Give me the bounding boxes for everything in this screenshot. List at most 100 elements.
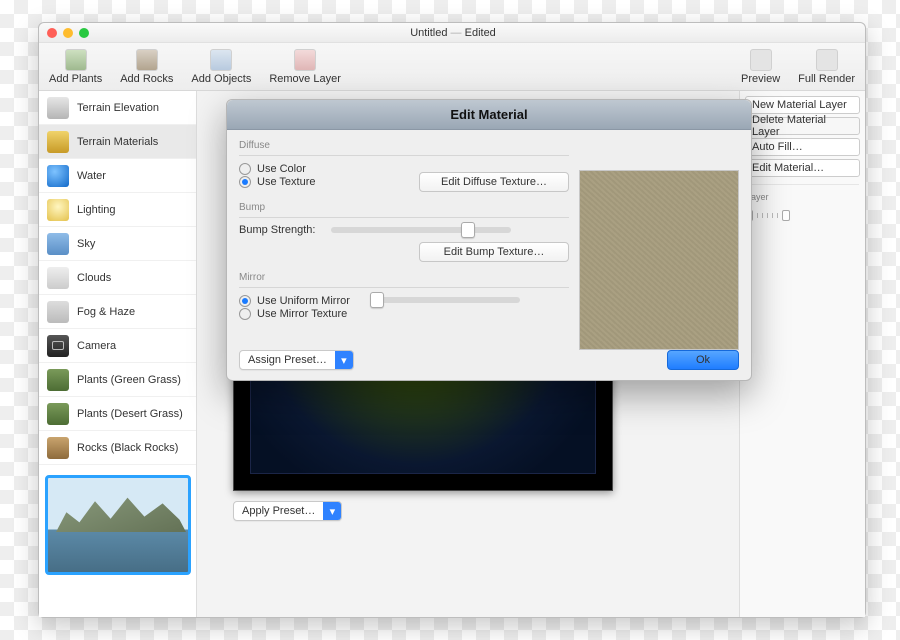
- assign-preset-label: Assign Preset…: [248, 354, 327, 366]
- mirror-uniform-label: Use Uniform Mirror: [257, 295, 350, 307]
- preview-label: Preview: [741, 73, 780, 85]
- layer-range-slider[interactable]: [745, 209, 860, 221]
- sidebar-icon: [47, 369, 69, 391]
- minimize-icon[interactable]: [63, 28, 73, 38]
- sidebar-item-label: Rocks (Black Rocks): [77, 442, 178, 454]
- sidebar-item-clouds[interactable]: Clouds: [39, 261, 196, 295]
- sidebar-icon: [47, 165, 69, 187]
- slider-knob-icon[interactable]: [370, 292, 384, 308]
- right-panel: New Material Layer Delete Material Layer…: [739, 91, 865, 617]
- slider-knob-icon[interactable]: [782, 210, 790, 221]
- delete-layer-label: Delete Material Layer: [752, 114, 853, 138]
- remove-layer-label: Remove Layer: [269, 73, 341, 85]
- traffic-lights: [47, 28, 89, 38]
- sidebar-item-terrain-elevation[interactable]: Terrain Elevation: [39, 91, 196, 125]
- plant-icon: [65, 49, 87, 71]
- toolbar: Add Plants Add Rocks Add Objects Remove …: [39, 43, 865, 91]
- add-plants-label: Add Plants: [49, 73, 102, 85]
- auto-fill-select[interactable]: Auto Fill…: [745, 138, 860, 156]
- rock-icon: [136, 49, 158, 71]
- sidebar-item-label: Terrain Elevation: [77, 102, 159, 114]
- add-objects-button[interactable]: Add Objects: [191, 49, 251, 85]
- chevron-down-icon: ▾: [323, 502, 341, 520]
- new-layer-label: New Material Layer: [752, 99, 847, 111]
- render-icon: [816, 49, 838, 71]
- dialog-title: Edit Material: [227, 100, 751, 130]
- edit-diffuse-texture-button[interactable]: Edit Diffuse Texture…: [419, 172, 569, 192]
- sidebar-item-label: Terrain Materials: [77, 136, 158, 148]
- edit-diffuse-label: Edit Diffuse Texture…: [441, 176, 547, 188]
- title-edited: — Edited: [451, 27, 496, 39]
- sidebar-item-camera[interactable]: Camera: [39, 329, 196, 363]
- bump-legend: Bump: [239, 202, 569, 213]
- layer-section-label: Layer: [746, 184, 859, 202]
- sidebar-item-label: Clouds: [77, 272, 111, 284]
- sidebar-icon: [47, 131, 69, 153]
- sidebar-item-plants-green-grass-[interactable]: Plants (Green Grass): [39, 363, 196, 397]
- add-rocks-button[interactable]: Add Rocks: [120, 49, 173, 85]
- objects-icon: [210, 49, 232, 71]
- sidebar-item-terrain-materials[interactable]: Terrain Materials: [39, 125, 196, 159]
- sidebar-item-label: Water: [77, 170, 106, 182]
- window-title: Untitled — Edited: [89, 27, 817, 39]
- bump-strength-slider[interactable]: [331, 227, 511, 233]
- add-rocks-label: Add Rocks: [120, 73, 173, 85]
- sidebar-icon: [47, 301, 69, 323]
- sidebar-item-lighting[interactable]: Lighting: [39, 193, 196, 227]
- diffuse-use-texture-label: Use Texture: [257, 176, 316, 188]
- sidebar-icon: [47, 199, 69, 221]
- bump-strength-label: Bump Strength:: [239, 224, 315, 236]
- sidebar-item-label: Fog & Haze: [77, 306, 135, 318]
- mirror-uniform-slider[interactable]: [370, 297, 520, 303]
- preview-button[interactable]: Preview: [741, 49, 780, 85]
- sidebar-item-label: Sky: [77, 238, 95, 250]
- sidebar-icon: [47, 233, 69, 255]
- chevron-down-icon: ▾: [335, 351, 353, 369]
- diffuse-use-texture-radio[interactable]: [239, 176, 251, 188]
- ok-button[interactable]: Ok: [667, 350, 739, 370]
- sidebar-icon: [47, 403, 69, 425]
- diffuse-use-color-label: Use Color: [257, 163, 306, 175]
- full-render-label: Full Render: [798, 73, 855, 85]
- auto-fill-label: Auto Fill…: [752, 141, 803, 153]
- dialog-form: Diffuse Use Color Use Texture Edit Diffu…: [239, 140, 569, 321]
- mirror-use-texture-radio[interactable]: [239, 308, 251, 320]
- add-plants-button[interactable]: Add Plants: [49, 49, 102, 85]
- new-material-layer-button[interactable]: New Material Layer: [745, 96, 860, 114]
- sidebar-item-plants-desert-grass-[interactable]: Plants (Desert Grass): [39, 397, 196, 431]
- full-render-button[interactable]: Full Render: [798, 49, 855, 85]
- edited-label: Edited: [465, 27, 496, 39]
- delete-material-layer-button: Delete Material Layer: [745, 117, 860, 135]
- remove-layer-button[interactable]: Remove Layer: [269, 49, 341, 85]
- close-icon[interactable]: [47, 28, 57, 38]
- zoom-icon[interactable]: [79, 28, 89, 38]
- sidebar-icon: [47, 267, 69, 289]
- material-thumbnail[interactable]: [45, 475, 191, 575]
- sidebar-item-label: Camera: [77, 340, 116, 352]
- diffuse-use-color-radio[interactable]: [239, 163, 251, 175]
- sidebar-icon: [47, 437, 69, 459]
- slider-knob-icon[interactable]: [461, 222, 475, 238]
- mirror-use-uniform-radio[interactable]: [239, 295, 251, 307]
- texture-preview: [579, 170, 739, 350]
- sidebar-item-label: Plants (Desert Grass): [77, 408, 183, 420]
- sidebar-item-label: Lighting: [77, 204, 116, 216]
- sidebar-item-sky[interactable]: Sky: [39, 227, 196, 261]
- edit-material-label: Edit Material…: [752, 162, 824, 174]
- sidebar-item-label: Plants (Green Grass): [77, 374, 181, 386]
- add-objects-label: Add Objects: [191, 73, 251, 85]
- sidebar-item-water[interactable]: Water: [39, 159, 196, 193]
- diffuse-legend: Diffuse: [239, 140, 569, 151]
- sidebar-item-fog-haze[interactable]: Fog & Haze: [39, 295, 196, 329]
- assign-preset-select[interactable]: Assign Preset… ▾: [239, 350, 354, 370]
- edit-material-dialog: Edit Material Diffuse Use Color Use Text…: [226, 99, 752, 381]
- edit-bump-texture-button[interactable]: Edit Bump Texture…: [419, 242, 569, 262]
- edit-material-button[interactable]: Edit Material…: [745, 159, 860, 177]
- sidebar: Terrain Elevation Terrain Materials Water L…: [39, 91, 197, 617]
- sidebar-icon: [47, 335, 69, 357]
- titlebar: Untitled — Edited: [39, 23, 865, 43]
- apply-preset-label: Apply Preset…: [242, 505, 315, 517]
- mirror-texture-label: Use Mirror Texture: [257, 308, 347, 320]
- apply-preset-select[interactable]: Apply Preset… ▾: [233, 501, 342, 521]
- sidebar-item-rocks-black-rocks-[interactable]: Rocks (Black Rocks): [39, 431, 196, 465]
